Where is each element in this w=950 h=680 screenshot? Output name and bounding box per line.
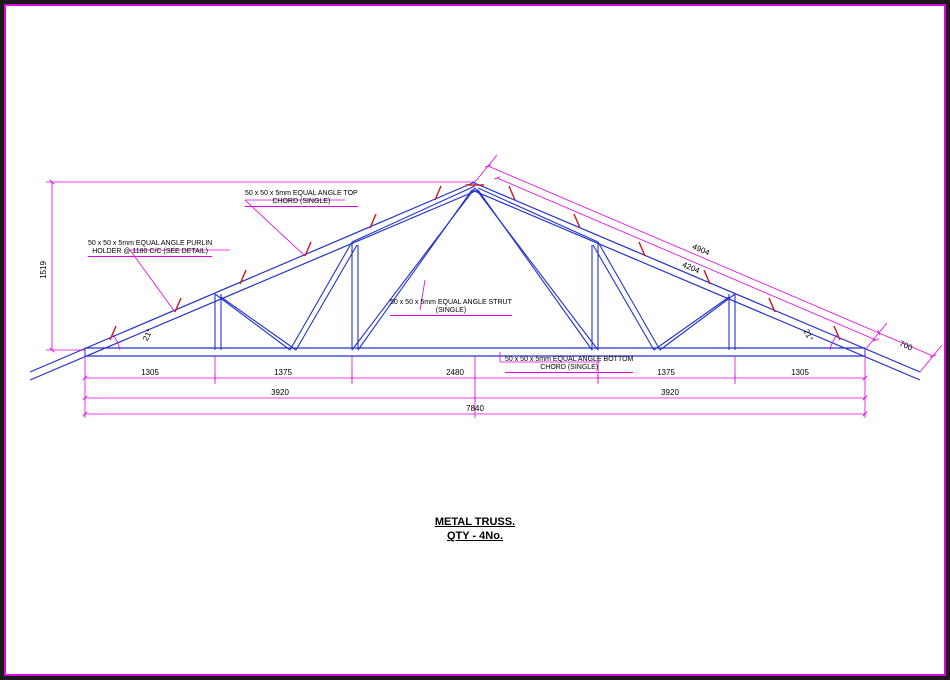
svg-text:700: 700 [898,339,914,353]
title-line2: QTY - 4No. [0,529,950,543]
annotation-top-chord: 50 x 50 x 5mm EQUAL ANGLE TOPCHORD (SING… [245,190,358,207]
svg-text:7840: 7840 [466,404,484,413]
annotation-purlin-holder: 50 x 50 x 5mm EQUAL ANGLE PURLINHOLDER @… [88,240,212,257]
svg-text:4204: 4204 [681,260,701,275]
title-line1: METAL TRUSS. [0,515,950,529]
annotation-bottom-chord: 50 x 50 x 5mm EQUAL ANGLE BOTTOMCHORD (S… [505,356,633,373]
svg-text:1305: 1305 [791,368,809,377]
truss-drawing: 1305 1375 2480 1375 1305 3920 3920 7840 … [0,0,950,680]
svg-text:21°: 21° [802,328,815,343]
svg-text:21°: 21° [141,328,154,343]
drawing-frame: 1305 1375 2480 1375 1305 3920 3920 7840 … [0,0,950,680]
svg-text:1305: 1305 [141,368,159,377]
svg-text:1375: 1375 [274,368,292,377]
svg-text:2480: 2480 [446,368,464,377]
svg-text:4904: 4904 [691,242,711,257]
title-block: METAL TRUSS. QTY - 4No. [0,515,950,544]
svg-text:1519: 1519 [39,261,48,279]
svg-text:3920: 3920 [271,388,289,397]
svg-text:3920: 3920 [661,388,679,397]
annotation-strut: 50 x 50 x 5mm EQUAL ANGLE STRUT(SINGLE) [390,299,512,316]
svg-text:1375: 1375 [657,368,675,377]
